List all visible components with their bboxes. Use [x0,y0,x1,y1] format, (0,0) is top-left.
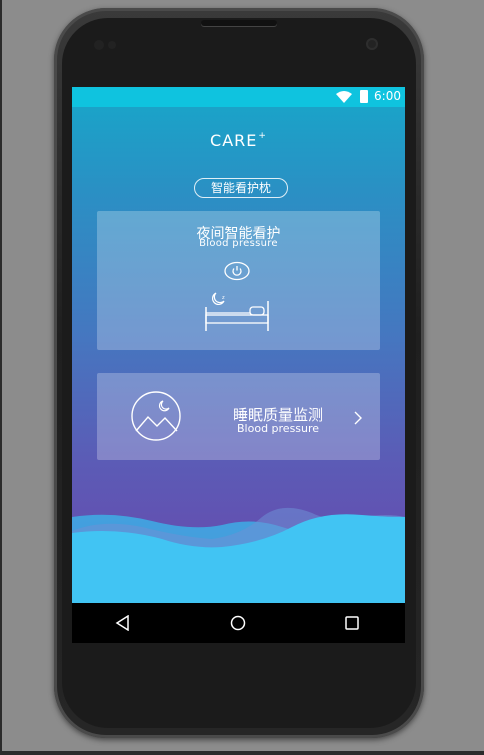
recent-apps-icon[interactable] [345,616,359,630]
window-border-bottom [0,751,484,755]
svg-text:z: z [222,295,225,301]
front-camera [366,38,378,50]
sleep-quality-card[interactable]: 睡眠质量监测 Blood pressure [97,373,380,460]
status-time: 6:00 [374,89,401,103]
app-screen: 6:00 CARE+ 智能看护枕 夜间智能看护 Blood pressure z… [72,87,405,603]
earpiece-speaker [201,20,277,26]
app-title-text: CARE [210,131,258,150]
wifi-icon [336,91,352,103]
navigation-bar [72,603,405,643]
sensor-dot [94,40,104,50]
home-icon[interactable] [230,615,246,631]
sleep-quality-subtitle: Blood pressure [237,422,320,435]
chevron-right-icon[interactable] [352,409,364,427]
power-icon[interactable] [224,261,250,281]
app-title: CARE+ [72,131,405,150]
moon-bed-icon: z [205,292,269,331]
night-care-card[interactable]: 夜间智能看护 Blood pressure z [97,211,380,350]
window-border-left [0,0,2,755]
battery-icon [360,90,368,103]
back-icon[interactable] [115,615,131,631]
night-care-subtitle: Blood pressure [199,238,278,249]
app-title-plus: + [258,131,267,141]
wave-decoration [72,507,405,603]
mountain-moon-icon [131,391,181,441]
status-bar: 6:00 [72,87,405,107]
sensor-dot [108,41,116,49]
pillow-tag-button[interactable]: 智能看护枕 [194,178,288,198]
